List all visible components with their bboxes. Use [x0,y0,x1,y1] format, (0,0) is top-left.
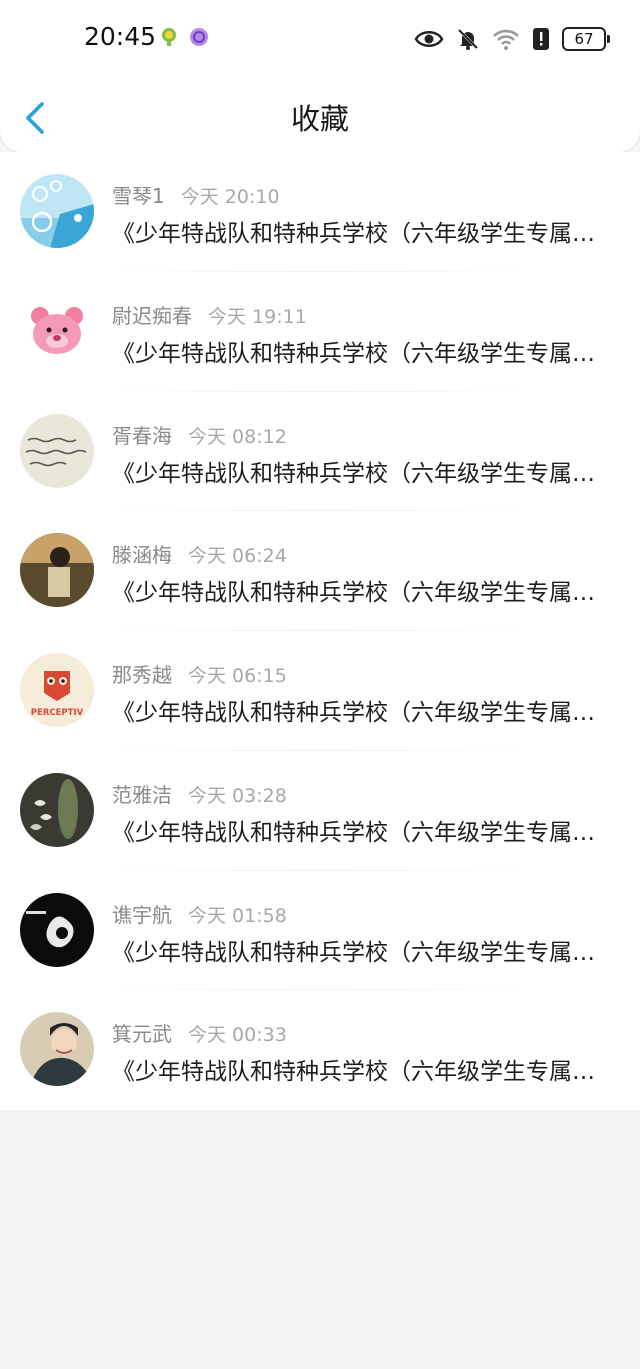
timestamp: 今天 08:12 [188,425,287,448]
item-content: 《少年特战队和特种兵学校（六年级学生专属）》 [112,460,602,487]
item-content: 《少年特战队和特种兵学校（六年级学生专属）》 [112,221,602,247]
avatar[interactable] [20,533,94,608]
item-content: 《少年特战队和特种兵学校（六年级学生专属）》 [112,340,602,367]
author-name: 胥春海 [112,423,172,448]
avatar[interactable] [20,1012,94,1087]
page-title: 收藏 [290,102,349,136]
list-item[interactable]: PERCEPTIV 那秀越 今天 06:15 《少年特战队和特种兵学校（六年级学生… [0,631,640,751]
list-item[interactable]: 尉迟痴春 今天 19:11 《少年特战队和特种兵学校（六年级学生专属）》 [0,272,640,392]
author-name: 雪琴1 [112,184,165,208]
avatar[interactable] [20,413,94,488]
list-item[interactable]: 滕涵梅 今天 06:24 《少年特战队和特种兵学校（六年级学生专属）》 [0,511,640,631]
item-content: 《少年特战队和特种兵学校（六年级学生专属）》 [112,1059,602,1086]
avatar[interactable] [20,892,94,967]
top-bar: 20:45 67 收藏 [0,0,640,152]
wifi-icon [493,29,519,50]
list-item[interactable]: 范雅洁 今天 03:28 《少年特战队和特种兵学校（六年级学生专属）》 [0,751,640,871]
item-content: 《少年特战队和特种兵学校（六年级学生专属）》 [112,819,602,846]
author-name: 箕元武 [112,1022,172,1047]
timestamp: 今天 19:11 [208,305,307,328]
list-item[interactable]: 雪琴1 今天 20:10 《少年特战队和特种兵学校（六年级学生专属）》 [0,152,640,272]
author-name: 范雅洁 [112,782,172,807]
list-item[interactable]: 胥春海 今天 08:12 《少年特战队和特种兵学校（六年级学生专属）》 [0,392,640,512]
list-item[interactable]: 谯宇航 今天 01:58 《少年特战队和特种兵学校（六年级学生专属）》 [0,871,640,991]
battery-level: 67 [574,30,594,48]
item-content: 《少年特战队和特种兵学校（六年级学生专属）》 [112,939,602,966]
eye-icon [414,31,444,47]
avatar[interactable]: PERCEPTIV [20,653,94,727]
author-name: 那秀越 [112,663,172,687]
app-notification-icon [162,28,176,46]
timestamp: 今天 01:58 [188,904,287,927]
item-content: 《少年特战队和特种兵学校（六年级学生专属）》 [112,700,602,726]
status-bar: 20:45 67 [0,0,640,78]
owl-logo-text: PERCEPTIV [31,708,84,718]
author-name: 尉迟痴春 [112,303,192,328]
status-time: 20:45 [84,22,157,51]
timestamp: 今天 00:33 [188,1024,287,1047]
favorites-list: 雪琴1 今天 20:10 《少年特战队和特种兵学校（六年级学生专属）》 尉迟痴春今… [0,152,640,1110]
alert-icon [533,28,549,50]
mute-bell-icon [457,28,479,50]
author-name: 滕涵梅 [112,543,172,568]
timestamp: 今天 06:15 [188,665,287,687]
timestamp: 今天 03:28 [188,784,287,807]
avatar[interactable] [20,293,94,368]
author-name: 谯宇航 [112,902,172,927]
app-notification-icon [190,28,208,46]
list-item[interactable]: 箕元武 今天 00:33 《少年特战队和特种兵学校（六年级学生专属）》 [0,990,640,1110]
timestamp: 今天 20:10 [180,186,280,208]
item-content: 《少年特战队和特种兵学校（六年级学生专属）》 [112,580,602,607]
avatar[interactable] [20,772,94,847]
battery-icon: 67 [562,27,610,51]
timestamp: 今天 06:24 [188,545,287,568]
avatar[interactable] [20,174,94,248]
